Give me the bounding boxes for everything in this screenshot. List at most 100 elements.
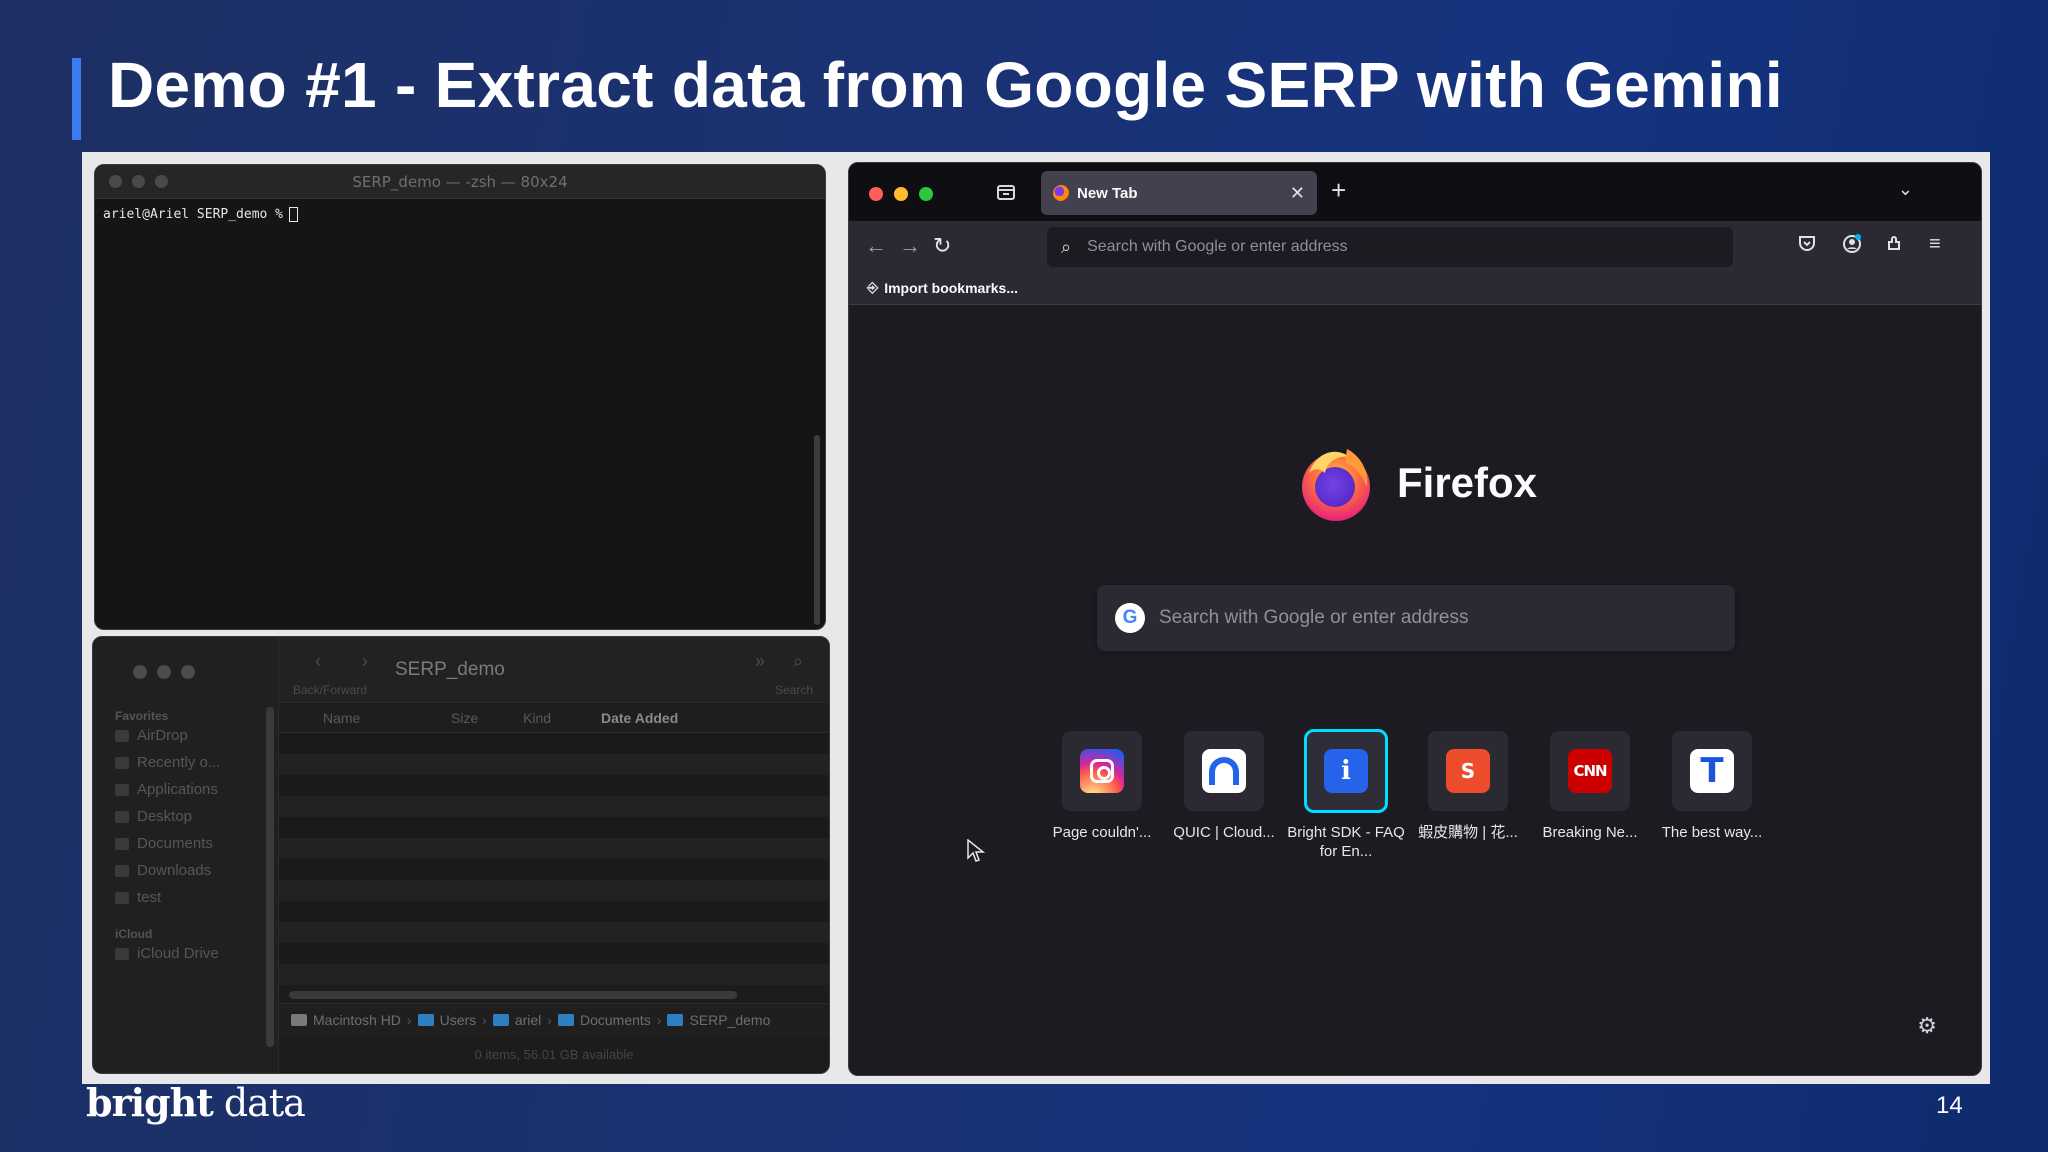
column-kind[interactable]: Kind [523,710,551,726]
sidebar-item-desktop[interactable]: Desktop [115,808,192,825]
text-cursor [289,207,299,222]
window-controls [133,665,195,679]
sidebar-item-test[interactable]: test [115,889,161,906]
top-site-tile[interactable]: Page couldn'... [1053,731,1151,861]
address-placeholder: Search with Google or enter address [1087,238,1348,255]
bookmarks-toolbar: ⎆ Import bookmarks... [849,271,1981,305]
chevron-right-icon: › [656,1011,662,1028]
finder-window[interactable]: Favorites AirDrop Recently o... Applicat… [92,636,830,1074]
top-site-tile[interactable]: QUIC | Cloud... [1173,731,1275,861]
column-size[interactable]: Size [451,710,478,726]
close-icon[interactable]: ✕ [1290,183,1305,204]
terminal-titlebar[interactable]: SERP_demo — -zsh — 80x24 [95,165,825,199]
menu-icon[interactable]: ≡ [1929,233,1941,256]
title-accent-bar [72,58,81,140]
sidebar-item-documents[interactable]: Documents [115,835,213,852]
hard-drive-icon [291,1013,307,1026]
firefox-window[interactable]: New Tab ✕ + ⌄ ← → ↻ ⌕ Search with Google… [848,162,1982,1076]
sidebar-item-applications[interactable]: Applications [115,781,218,798]
path-item[interactable]: SERP_demo [689,1012,770,1028]
finder-sidebar: Favorites AirDrop Recently o... Applicat… [93,637,279,1073]
firefox-wordmark: Firefox [1397,459,1538,506]
back-arrow-icon[interactable]: ← [865,233,887,259]
chevron-down-icon[interactable]: ⌄ [1898,179,1913,200]
pocket-icon[interactable] [1797,233,1817,259]
info-icon: i [1324,749,1368,793]
status-bar: 0 items, 56.01 GB available [279,1035,829,1073]
minimize-window-button[interactable] [157,665,171,679]
zoom-window-button[interactable] [181,665,195,679]
finder-toolbar: ‹ › Back/Forward SERP_demo » ⌕ Search [279,637,829,703]
top-site-label: Page couldn'... [1052,824,1152,841]
sidebar-item-airdrop[interactable]: AirDrop [115,727,188,744]
column-name[interactable]: Name [323,710,360,726]
instagram-icon [1080,749,1124,793]
google-icon: G [1115,603,1145,633]
favorites-heading: Favorites [115,709,169,723]
sidebar-scrollbar[interactable] [266,707,274,1047]
back-forward-label: Back/Forward [293,683,368,697]
new-tab-search-box[interactable]: G Search with Google or enter address [1097,585,1735,651]
gear-icon[interactable]: ⚙ [1917,1013,1937,1039]
path-bar: Macintosh HD › Users › ariel › Documents… [279,1003,829,1035]
page-number: 14 [1936,1092,1963,1119]
firefox-logo-icon [1297,443,1375,523]
minimize-window-button[interactable] [894,187,908,201]
column-date-added[interactable]: Date Added [601,710,678,726]
path-item[interactable]: ariel [515,1012,541,1028]
account-icon[interactable] [1841,233,1863,261]
chevron-right-icon: › [482,1011,487,1028]
terminal-prompt: ariel@Ariel SERP_demo % [103,207,284,222]
chevron-right-icon: › [406,1011,412,1028]
terminal-scrollbar[interactable] [811,205,821,625]
tag-icon [115,891,129,904]
close-window-button[interactable] [869,187,883,201]
sidebar-item-icloud-drive[interactable]: iCloud Drive [115,945,219,962]
tab-new-tab[interactable]: New Tab ✕ [1041,171,1317,215]
top-site-tile[interactable]: S 蝦皮購物 | 花... [1418,731,1518,861]
desktop-icon [115,810,129,823]
close-window-button[interactable] [133,665,147,679]
reload-icon[interactable]: ↻ [933,233,951,259]
file-list-scrollbar[interactable] [289,991,737,999]
more-toolbar-icon[interactable]: » [755,651,765,672]
zoom-window-button[interactable] [919,187,933,201]
sidebar-item-recents[interactable]: Recently o... [115,754,220,771]
top-sites: Page couldn'... QUIC | Cloud... i Bright… [1053,729,1762,861]
path-item[interactable]: Macintosh HD [313,1012,401,1028]
icloud-heading: iCloud [115,927,153,941]
cloudflare-icon [1202,749,1246,793]
clock-icon [115,756,129,769]
top-site-label: Bright SDK - FAQ for En... [1287,824,1405,860]
terminal-window[interactable]: SERP_demo — -zsh — 80x24 ariel@Ariel SER… [94,164,826,630]
search-icon[interactable]: ⌕ [793,651,803,672]
folder-icon [557,1013,574,1026]
sidebar-item-downloads[interactable]: Downloads [115,862,211,879]
tab-list-icon[interactable] [995,181,1017,203]
top-site-label: Breaking Ne... [1542,824,1638,841]
file-list[interactable] [279,733,829,985]
top-site-tile[interactable]: T The best way... [1662,731,1762,861]
cloud-icon [115,947,129,960]
folder-icon [417,1013,434,1026]
top-site-label: QUIC | Cloud... [1173,824,1275,841]
address-bar[interactable]: ⌕ Search with Google or enter address [1047,227,1733,267]
airdrop-icon [115,729,129,742]
search-label: Search [774,683,813,697]
path-item[interactable]: Documents [580,1012,651,1028]
top-site-tile[interactable]: CNN Breaking Ne... [1542,731,1638,861]
path-item[interactable]: Users [440,1012,477,1028]
forward-arrow-icon[interactable]: → [899,233,921,259]
new-tab-button[interactable]: + [1331,175,1346,206]
terminal-prompt-line[interactable]: ariel@Ariel SERP_demo % [95,199,825,230]
back-forward-buttons[interactable]: ‹ › [315,651,386,672]
new-tab-page: Firefox G Search with Google or enter ad… [849,305,1981,1075]
import-bookmarks-button[interactable]: Import bookmarks... [884,280,1018,296]
extensions-icon[interactable] [1885,233,1905,259]
chevron-right-icon: › [547,1011,552,1028]
applications-icon [115,783,129,796]
top-site-tile[interactable]: i Bright SDK - FAQ for En... [1287,729,1405,861]
t-icon: T [1690,749,1734,793]
import-icon: ⎆ [867,279,879,295]
top-site-label: The best way... [1661,824,1763,841]
